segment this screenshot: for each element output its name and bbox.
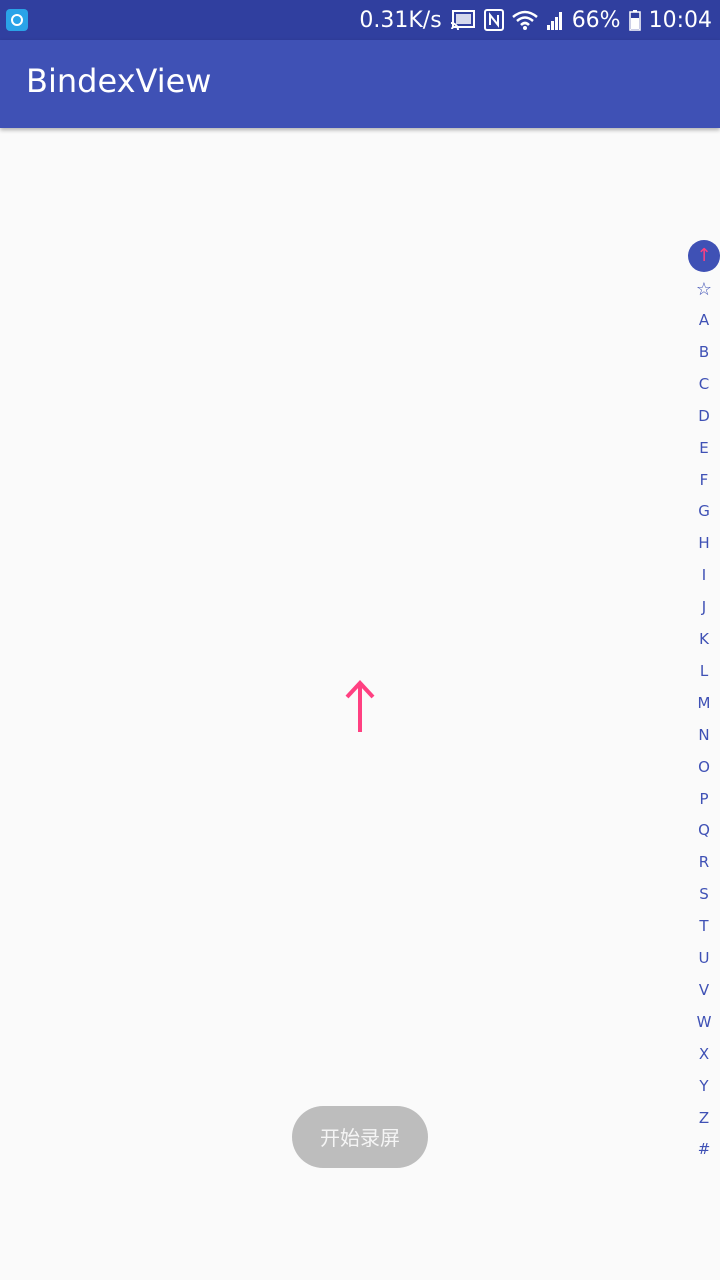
index-item[interactable]: X [688,1038,720,1070]
index-item[interactable]: B [688,336,720,368]
nfc-icon [483,9,504,31]
index-item[interactable]: V [688,974,720,1006]
net-speed: 0.31K/s [359,7,442,33]
app-title: BindexView [26,62,212,100]
index-item[interactable]: ☆ [688,274,720,306]
index-item[interactable]: A [688,304,720,336]
index-item[interactable]: K [688,623,720,655]
index-item[interactable]: M [688,687,720,719]
index-item[interactable]: I [688,559,720,591]
index-item[interactable]: N [688,719,720,751]
up-arrow-icon [345,680,375,732]
index-item[interactable]: ↑ [688,240,720,272]
status-right: 0.31K/s 66% 10:04 [359,0,712,40]
index-item[interactable]: T [688,910,720,942]
index-item[interactable]: J [688,591,720,623]
index-item[interactable]: C [688,368,720,400]
screen: 0.31K/s 66% 10:04 BindexView ↑ ☆ A B C D… [0,0,720,1280]
battery-icon [628,9,641,31]
index-item[interactable]: H [688,527,720,559]
index-item[interactable]: Z [688,1102,720,1134]
index-item[interactable]: W [688,1006,720,1038]
index-item[interactable]: Q [688,814,720,846]
wifi-icon [511,9,538,31]
clock: 10:04 [648,7,712,33]
index-item[interactable]: Y [688,1070,720,1102]
index-item[interactable]: S [688,878,720,910]
battery-percent: 66% [571,7,621,33]
app-bar: BindexView [0,40,720,128]
index-item[interactable]: P [688,783,720,815]
index-item[interactable]: F [688,464,720,496]
index-item[interactable]: D [688,400,720,432]
index-item[interactable]: # [688,1133,720,1165]
index-item[interactable]: E [688,432,720,464]
cast-icon [450,9,476,31]
app-notification-icon [6,9,28,31]
index-item[interactable]: L [688,655,720,687]
index-item[interactable]: U [688,942,720,974]
index-item[interactable]: G [688,495,720,527]
index-item[interactable]: R [688,846,720,878]
status-bar: 0.31K/s 66% 10:04 [0,0,720,40]
signal-icon [546,9,564,31]
index-item[interactable]: O [688,751,720,783]
start-recording-button[interactable]: 开始录屏 [292,1106,428,1168]
selected-index-indicator [336,676,384,736]
